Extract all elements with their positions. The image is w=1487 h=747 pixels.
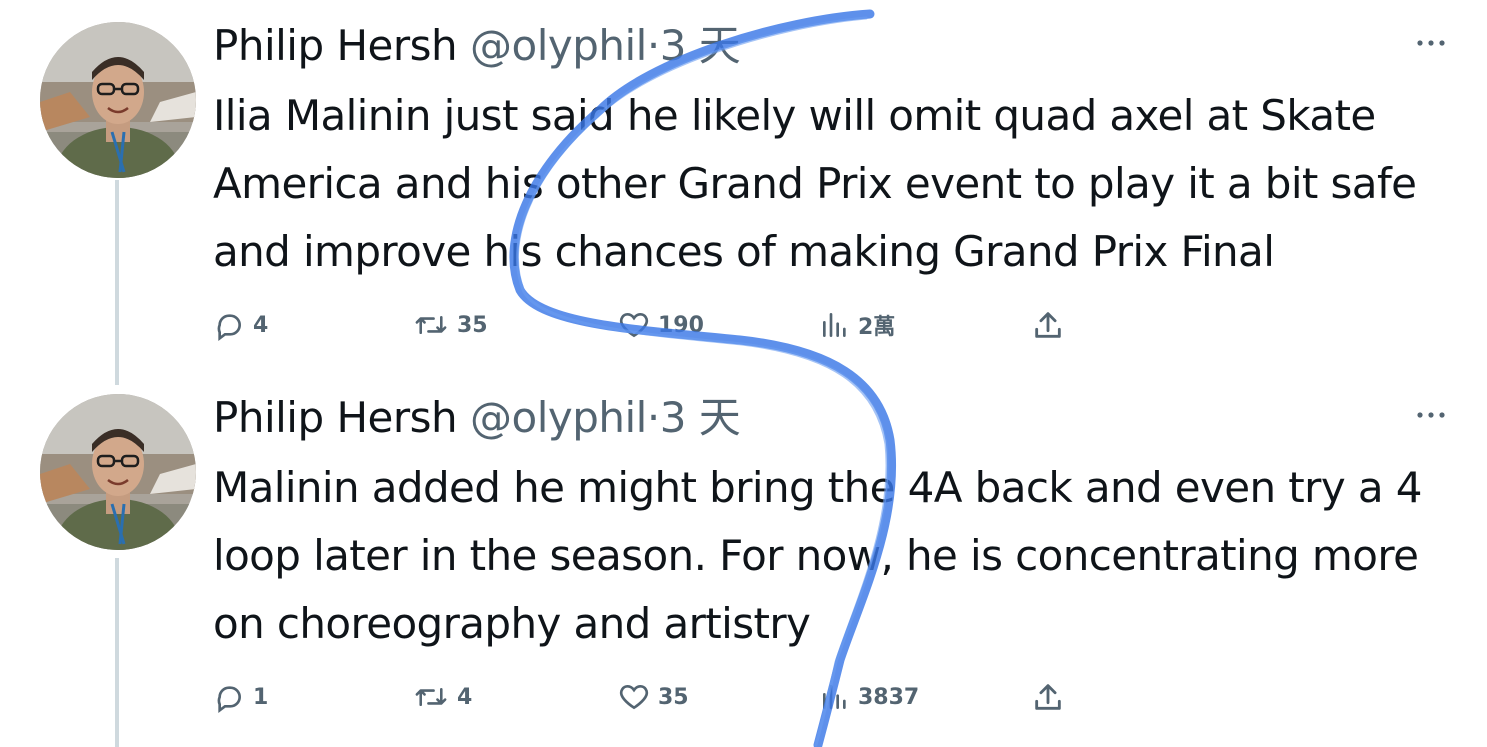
reply-count: 1	[253, 684, 269, 710]
like-button[interactable]: 190	[618, 308, 704, 342]
retweet-button[interactable]: 4	[413, 680, 472, 714]
views-button[interactable]: 2萬	[820, 308, 895, 342]
author-handle[interactable]: @olyphil	[470, 21, 647, 70]
avatar[interactable]	[40, 22, 196, 178]
avatar[interactable]	[40, 394, 196, 550]
like-count: 35	[658, 684, 689, 710]
separator-dot: ·	[646, 21, 660, 70]
more-horizontal-icon[interactable]	[1415, 406, 1447, 418]
heart-icon	[618, 681, 658, 713]
tweet[interactable]: Philip Hersh @olyphil·3 天 Malinin added …	[0, 392, 1487, 732]
share-icon	[1031, 680, 1073, 714]
reply-button[interactable]: 4	[213, 308, 268, 342]
reply-icon	[213, 681, 253, 713]
author-name[interactable]: Philip Hersh	[213, 393, 458, 442]
reply-button[interactable]: 1	[213, 680, 268, 714]
retweet-count: 4	[457, 684, 473, 710]
share-button[interactable]	[1031, 308, 1073, 342]
tweet-text: Ilia Malinin just said he likely will om…	[213, 91, 1417, 276]
reply-icon	[213, 309, 253, 341]
share-button[interactable]	[1031, 680, 1073, 714]
views-button[interactable]: 3837	[820, 680, 919, 714]
tweet-header: Philip Hersh @olyphil·3 天	[213, 20, 741, 72]
tweet-text: Malinin added he might bring the 4A back…	[213, 463, 1422, 648]
views-chart-icon	[820, 681, 858, 713]
retweet-icon	[413, 681, 457, 713]
like-button[interactable]: 35	[618, 680, 689, 714]
author-name[interactable]: Philip Hersh	[213, 21, 458, 70]
retweet-icon	[413, 309, 457, 341]
share-icon	[1031, 308, 1073, 342]
heart-icon	[618, 309, 658, 341]
timestamp[interactable]: 3 天	[660, 21, 741, 70]
tweet-actions: 4 35 190 2萬	[213, 308, 1093, 342]
timestamp[interactable]: 3 天	[660, 393, 741, 442]
more-horizontal-icon[interactable]	[1415, 34, 1447, 46]
retweet-count: 35	[457, 312, 488, 338]
tweet-actions: 1 4 35 3837	[213, 680, 1093, 714]
separator-dot: ·	[646, 393, 660, 442]
views-chart-icon	[820, 309, 858, 341]
retweet-button[interactable]: 35	[413, 308, 488, 342]
like-count: 190	[658, 312, 704, 338]
author-handle[interactable]: @olyphil	[470, 393, 647, 442]
views-count: 3837	[858, 684, 920, 710]
views-count: 2萬	[858, 315, 896, 340]
tweet[interactable]: Philip Hersh @olyphil·3 天 Ilia Malinin j…	[0, 20, 1487, 360]
tweet-header: Philip Hersh @olyphil·3 天	[213, 392, 741, 444]
reply-count: 4	[253, 312, 269, 338]
